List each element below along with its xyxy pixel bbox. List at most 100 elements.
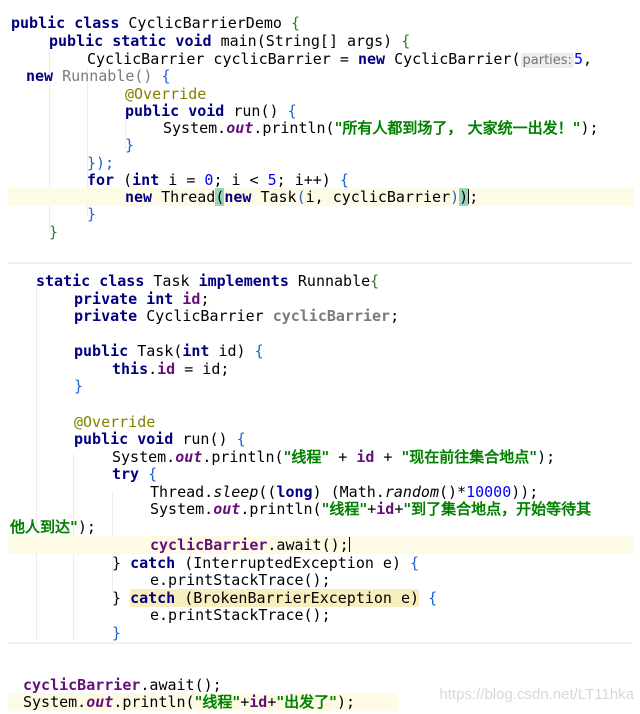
- token: id: [376, 500, 395, 518]
- unused-field: cyclicBarrier: [272, 307, 391, 325]
- token: .println(: [113, 693, 195, 711]
- token: i =: [168, 171, 205, 189]
- token: long: [276, 483, 313, 501]
- token: {: [401, 32, 411, 50]
- token: out: [213, 500, 241, 518]
- token: }: [74, 377, 84, 395]
- token: {: [148, 465, 158, 483]
- token: Task(: [137, 342, 183, 360]
- token: Thread: [161, 188, 216, 206]
- brace-match: (: [215, 188, 225, 206]
- code-line: private int id;: [74, 290, 640, 308]
- code-line: public void run() {: [74, 430, 640, 448]
- code-line: System.out.println("线程" + id + "现在前往集合地点…: [112, 448, 640, 466]
- token: {: [419, 589, 438, 607]
- token: .println(: [240, 500, 322, 518]
- token: +: [374, 448, 402, 466]
- token: = id;: [175, 360, 230, 378]
- token: }: [112, 624, 122, 642]
- current-line: new Thread(new Task(i, cyclicBarrier));: [8, 188, 634, 206]
- code-line: Thread.sleep((long) (Math.random()*10000…: [150, 483, 640, 501]
- code-snippet-main: public class CyclicBarrierDemo { public …: [0, 0, 640, 245]
- token: i, cyclicBarrier: [305, 188, 451, 206]
- token: out: [86, 693, 114, 711]
- token: +: [267, 693, 277, 711]
- token: .await();: [140, 676, 222, 694]
- token: for: [87, 171, 124, 189]
- token: );: [580, 119, 599, 137]
- code-line: CyclicBarrier cyclicBarrier = new Cyclic…: [87, 50, 640, 68]
- token: +: [240, 693, 250, 711]
- token: {: [290, 14, 300, 32]
- code-line: public void run() {: [125, 102, 640, 120]
- token: {: [161, 67, 171, 85]
- token: .println(: [253, 119, 335, 137]
- token: CyclicBarrierDemo: [128, 14, 291, 32]
- code-line: });: [87, 154, 640, 172]
- token: }: [49, 223, 59, 241]
- token: Runnable: [297, 272, 371, 290]
- token: .println(: [202, 448, 284, 466]
- warning-highlight: catch (BrokenBarrierException e): [130, 589, 420, 607]
- token: );: [337, 693, 356, 711]
- code-line: System.out.println("线程"+id+"到了集合地点，开始等待其: [150, 500, 640, 518]
- string-literal: "所有人都到场了， 大家统一出发！": [334, 119, 581, 137]
- string-literal: "现在前往集合地点": [401, 448, 538, 466]
- token: (: [296, 188, 306, 206]
- token: e.printStackTrace();: [150, 606, 331, 624]
- token: new: [125, 188, 162, 206]
- token: Thread.: [150, 483, 214, 501]
- token: {: [410, 554, 420, 572]
- token: );: [77, 518, 96, 536]
- parameter-hint: parties:: [520, 53, 574, 68]
- code-line: public Task(int id) {: [74, 342, 640, 360]
- code-line: }: [125, 136, 640, 154]
- token: out: [226, 119, 254, 137]
- token: CyclicBarrier: [146, 307, 273, 325]
- token: Task: [260, 188, 297, 206]
- token: run(): [233, 102, 288, 120]
- token: ()*: [439, 483, 467, 501]
- code-line: System.out.println("所有人都到场了， 大家统一出发！");: [163, 119, 640, 137]
- current-line: System.out.println("线程"+id+"出发了");: [8, 693, 398, 711]
- string-literal: "线程": [321, 500, 368, 518]
- token: System.: [23, 693, 87, 711]
- code-snippet-task-class: static class Task implements Runnable{ p…: [0, 264, 640, 642]
- token: ): [450, 188, 460, 206]
- token: ;: [469, 188, 479, 206]
- code-line: e.printStackTrace();: [150, 571, 640, 589]
- token: CyclicBarrier(: [394, 50, 521, 68]
- token: System.: [150, 500, 214, 518]
- token: id: [356, 448, 375, 466]
- token: );: [537, 448, 556, 466]
- token: new: [357, 50, 395, 68]
- code-line: }: [87, 205, 640, 223]
- code-line: @Override: [125, 85, 640, 103]
- token: +: [367, 500, 377, 518]
- token: ;: [200, 290, 210, 308]
- code-line: }: [74, 377, 640, 395]
- token: ; i++): [276, 171, 340, 189]
- code-line: }: [49, 223, 640, 241]
- code-line: public static void main(String[] args) {: [49, 32, 640, 50]
- token: static class: [36, 272, 154, 290]
- code-line: try {: [112, 465, 640, 483]
- text-caret: [348, 537, 350, 552]
- code-line: }: [112, 624, 640, 642]
- code-line: this.id = id;: [112, 360, 640, 378]
- token: Runnable(): [62, 67, 162, 85]
- annotation: @Override: [125, 85, 207, 103]
- token: new: [26, 67, 63, 85]
- token: run(): [182, 430, 237, 448]
- token: main(String[] args): [220, 32, 402, 50]
- code-line: new Runnable() {: [26, 67, 640, 85]
- token: int: [132, 171, 169, 189]
- token: id): [218, 342, 255, 360]
- indent-guide: [36, 284, 37, 640]
- token: implements: [198, 272, 298, 290]
- token: sleep: [213, 483, 259, 501]
- token: out: [175, 448, 203, 466]
- token: }: [125, 136, 135, 154]
- string-literal: "到了集合地点，开始等待其: [403, 500, 592, 518]
- token: System.: [163, 119, 227, 137]
